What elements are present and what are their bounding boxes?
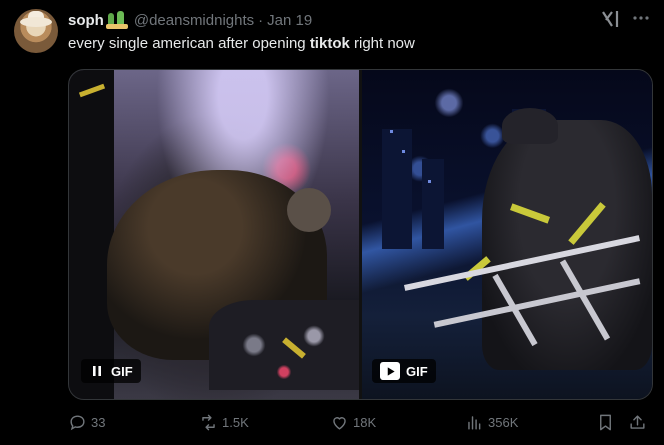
more-icon[interactable] xyxy=(630,8,652,28)
like-icon xyxy=(333,416,346,430)
gif-badge: GIF xyxy=(81,359,141,383)
cactus-emoji-icon xyxy=(105,11,128,29)
tweet-date[interactable]: Jan 19 xyxy=(267,12,312,29)
building xyxy=(382,129,412,249)
reply-button[interactable]: 33 xyxy=(68,412,105,432)
views-count: 356K xyxy=(488,414,519,430)
firefighter-figure xyxy=(482,120,652,370)
user-handle[interactable]: @deansmidnights xyxy=(134,12,254,29)
repost-count: 1.5K xyxy=(222,414,249,430)
tweet-text-start: every single american after opening xyxy=(68,35,310,52)
tweet-text-bold: tiktok xyxy=(309,35,350,52)
pause-icon[interactable] xyxy=(89,364,105,378)
tweet-header: soph @deansmidnights · Jan 19 xyxy=(68,10,312,30)
gif-label: GIF xyxy=(406,363,428,379)
window-light xyxy=(428,180,431,183)
reply-count: 33 xyxy=(91,414,106,430)
gif-left[interactable]: GIF xyxy=(69,70,359,399)
repost-icon xyxy=(202,414,215,430)
hat-brim xyxy=(20,17,52,27)
display-name[interactable]: soph xyxy=(68,12,104,29)
like-count: 18K xyxy=(353,414,377,430)
building xyxy=(422,159,444,249)
views-button[interactable]: 356K xyxy=(465,412,518,432)
reply-icon xyxy=(70,414,85,430)
play-icon[interactable] xyxy=(380,362,400,380)
window-light xyxy=(390,130,393,133)
tweet-text-end: right now xyxy=(349,35,415,52)
firefighter-helmet xyxy=(502,108,558,144)
media-container: GIF GIF xyxy=(68,69,653,400)
bookmark-button[interactable] xyxy=(596,412,615,432)
gif-badge: GIF xyxy=(372,359,436,383)
tweet-text: every single american after opening tikt… xyxy=(68,35,415,52)
gif-right[interactable]: GIF xyxy=(362,70,652,399)
share-button[interactable] xyxy=(628,412,647,432)
avatar[interactable] xyxy=(14,9,58,53)
action-bar: 33 1.5K 18K 356K xyxy=(68,412,651,432)
grok-icon[interactable] xyxy=(601,10,621,28)
gif-label: GIF xyxy=(111,363,133,379)
repost-button[interactable]: 1.5K xyxy=(199,412,249,432)
bookmark-icon xyxy=(600,414,611,430)
share-icon xyxy=(630,414,645,429)
views-icon xyxy=(468,415,481,430)
scene-dark-edge xyxy=(69,70,114,399)
like-button[interactable]: 18K xyxy=(330,412,376,432)
debris xyxy=(209,300,359,390)
firefighter-helmet xyxy=(287,188,331,232)
window-light xyxy=(402,150,405,153)
separator-dot: · xyxy=(258,11,264,29)
